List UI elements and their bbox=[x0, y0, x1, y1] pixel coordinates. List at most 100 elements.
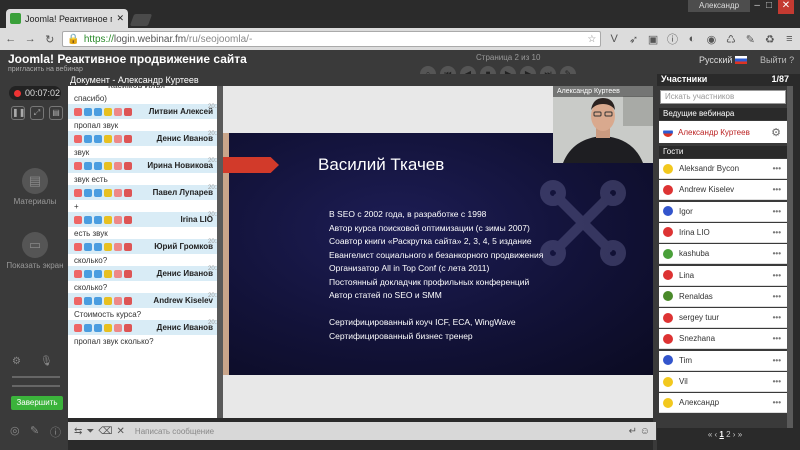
webcam-video[interactable]: Александр Куртеев bbox=[553, 86, 653, 163]
guest-row[interactable]: Vil ••• bbox=[659, 372, 787, 392]
guest-row[interactable]: Aleksandr Bycon ••• bbox=[659, 159, 787, 179]
guest-row[interactable]: Igor ••• bbox=[659, 201, 787, 222]
message-action-icon[interactable] bbox=[124, 242, 132, 251]
message-action-icon[interactable] bbox=[114, 242, 122, 251]
more-options-icon[interactable]: ••• bbox=[773, 271, 781, 280]
message-action-icon[interactable] bbox=[94, 323, 102, 332]
extension-icon[interactable]: ◉ bbox=[705, 33, 718, 46]
close-tab-icon[interactable]: ✕ bbox=[116, 13, 124, 24]
message-action-icon[interactable] bbox=[114, 215, 122, 224]
message-action-icon[interactable] bbox=[124, 296, 132, 305]
guest-row[interactable]: Andrew Kiselev ••• bbox=[659, 180, 787, 201]
maximize-icon[interactable]: □ bbox=[766, 0, 772, 14]
page-current[interactable]: 1 bbox=[719, 430, 723, 439]
last-page-icon[interactable]: » bbox=[738, 430, 742, 439]
extension-icon[interactable]: ♻ bbox=[763, 33, 776, 46]
more-options-icon[interactable]: ••• bbox=[773, 185, 781, 194]
message-action-icon[interactable] bbox=[74, 188, 82, 197]
message-action-icon[interactable] bbox=[104, 107, 112, 116]
extension-icon[interactable]: ⓘ bbox=[666, 31, 679, 47]
extension-icon[interactable]: ▣ bbox=[646, 33, 659, 46]
message-action-icon[interactable] bbox=[74, 296, 82, 305]
guest-row[interactable]: Tim ••• bbox=[659, 350, 787, 371]
guest-row[interactable]: Lina ••• bbox=[659, 265, 787, 286]
message-action-icon[interactable] bbox=[114, 269, 122, 278]
message-action-icon[interactable] bbox=[124, 134, 132, 143]
more-options-icon[interactable]: ••• bbox=[773, 356, 781, 365]
message-action-icon[interactable] bbox=[114, 134, 122, 143]
message-action-icon[interactable] bbox=[74, 215, 82, 224]
first-page-icon[interactable]: « bbox=[708, 430, 712, 439]
message-action-icon[interactable] bbox=[104, 323, 112, 332]
layout-icon[interactable]: ▤ bbox=[49, 106, 63, 120]
message-action-icon[interactable] bbox=[114, 323, 122, 332]
more-options-icon[interactable]: ••• bbox=[773, 313, 781, 322]
participant-search-input[interactable]: Искать участников bbox=[660, 90, 786, 104]
extension-icon[interactable]: ♺ bbox=[724, 33, 737, 46]
more-options-icon[interactable]: ••• bbox=[773, 228, 781, 237]
message-action-icon[interactable] bbox=[84, 161, 92, 170]
more-options-icon[interactable]: ••• bbox=[773, 334, 781, 343]
message-action-icon[interactable] bbox=[74, 107, 82, 116]
guest-row[interactable]: sergey tuur ••• bbox=[659, 308, 787, 329]
guest-row[interactable]: Александр ••• bbox=[659, 393, 787, 414]
send-icon[interactable]: ↵ ☺ bbox=[629, 426, 650, 437]
pause-icon[interactable]: ❚❚ bbox=[11, 106, 25, 120]
message-action-icon[interactable] bbox=[114, 188, 122, 197]
message-action-icon[interactable] bbox=[94, 134, 102, 143]
gear-icon[interactable]: ⚙ bbox=[771, 126, 781, 139]
more-options-icon[interactable]: ••• bbox=[773, 249, 781, 258]
close-chat-icon[interactable]: ✕ bbox=[117, 426, 125, 437]
message-action-icon[interactable] bbox=[124, 323, 132, 332]
reload-icon[interactable]: ↻ bbox=[43, 33, 56, 46]
extension-icon[interactable]: ◐ bbox=[685, 33, 698, 45]
info-icon[interactable]: ⓘ bbox=[50, 424, 61, 440]
browser-user[interactable]: Александр bbox=[688, 0, 750, 12]
message-action-icon[interactable] bbox=[114, 107, 122, 116]
share-screen-button[interactable]: ▭ Показать экран bbox=[6, 232, 64, 270]
message-action-icon[interactable] bbox=[94, 296, 102, 305]
page-next[interactable]: 2 bbox=[726, 430, 730, 439]
message-action-icon[interactable] bbox=[124, 161, 132, 170]
message-action-icon[interactable] bbox=[94, 188, 102, 197]
message-action-icon[interactable] bbox=[124, 215, 132, 224]
chat-input[interactable]: Написать сообщение bbox=[135, 427, 214, 436]
message-action-icon[interactable] bbox=[94, 161, 102, 170]
more-options-icon[interactable]: ••• bbox=[773, 292, 781, 301]
message-action-icon[interactable] bbox=[84, 215, 92, 224]
next-page-icon[interactable]: › bbox=[733, 430, 736, 439]
more-options-icon[interactable]: ••• bbox=[773, 398, 781, 407]
microphone-icon[interactable]: 🎙 bbox=[40, 356, 53, 367]
mic-slider[interactable] bbox=[12, 385, 60, 387]
more-options-icon[interactable]: ••• bbox=[773, 207, 781, 216]
message-action-icon[interactable] bbox=[84, 107, 92, 116]
address-bar[interactable]: 🔒 https://login.webinar.fm/ru/seojoomla/… bbox=[62, 31, 602, 47]
message-action-icon[interactable] bbox=[104, 269, 112, 278]
message-action-icon[interactable] bbox=[74, 269, 82, 278]
clear-icon[interactable]: ⌫ bbox=[98, 426, 112, 437]
message-action-icon[interactable] bbox=[84, 134, 92, 143]
more-options-icon[interactable]: ••• bbox=[773, 164, 781, 173]
message-action-icon[interactable] bbox=[84, 323, 92, 332]
guest-row[interactable]: Snezhana ••• bbox=[659, 329, 787, 350]
volume-slider[interactable] bbox=[12, 376, 60, 378]
message-action-icon[interactable] bbox=[84, 296, 92, 305]
menu-icon[interactable]: ≡ bbox=[783, 33, 796, 45]
message-action-icon[interactable] bbox=[94, 269, 102, 278]
extension-icon[interactable]: ✎ bbox=[744, 33, 757, 46]
message-action-icon[interactable] bbox=[104, 242, 112, 251]
browser-tab[interactable]: Joomla! Реактивное п ✕ bbox=[6, 9, 128, 28]
extension-icon[interactable]: V bbox=[607, 33, 620, 45]
message-action-icon[interactable] bbox=[74, 323, 82, 332]
guest-row[interactable]: Renaldas ••• bbox=[659, 286, 787, 307]
fullscreen-icon[interactable]: ⤢ bbox=[30, 106, 44, 120]
language-selector[interactable]: Русский bbox=[699, 55, 748, 65]
participants-scrollbar[interactable] bbox=[787, 86, 793, 428]
settings-icon[interactable]: ⚙ bbox=[12, 356, 21, 367]
message-action-icon[interactable] bbox=[104, 161, 112, 170]
message-action-icon[interactable] bbox=[74, 161, 82, 170]
invite-link[interactable]: пригласить на вебинар bbox=[8, 66, 83, 73]
finish-button[interactable]: Завершить bbox=[11, 396, 63, 410]
recording-timer[interactable]: 00:07:02 bbox=[9, 86, 61, 100]
message-action-icon[interactable] bbox=[94, 107, 102, 116]
